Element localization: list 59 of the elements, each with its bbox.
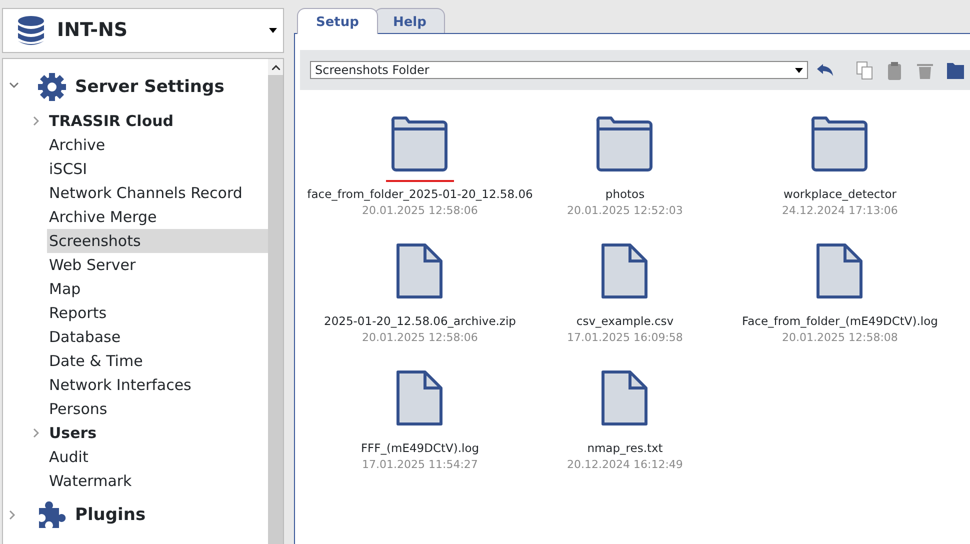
tree-item[interactable]: Date & Time [47,349,145,373]
file-date: 20.01.2025 12:58:08 [782,330,898,346]
file-name[interactable]: 2025-01-20_12.58.06_archive.zip [324,312,516,330]
tree-item[interactable]: Network Interfaces [47,373,194,397]
file-icon[interactable] [600,242,650,299]
file-date: 17.01.2025 11:54:27 [362,456,478,473]
folder-icon[interactable] [811,116,869,172]
tree-item[interactable]: Plugins [73,503,148,527]
tree-item[interactable]: Web Server [47,253,138,277]
scroll-up-icon [272,64,280,70]
tree-item[interactable]: Audit [47,445,90,469]
file-name[interactable]: nmap_res.txt [587,440,663,457]
file-name[interactable]: Face_from_folder_(mE49DCtV).log [742,312,938,330]
file-name[interactable]: csv_example.csv [576,312,674,330]
tree-item[interactable]: Network Channels Record [47,181,244,205]
file-icon[interactable] [600,370,650,426]
file-icon[interactable] [395,242,445,299]
expand-icon [33,116,39,126]
file-icon[interactable] [815,242,865,299]
file-name[interactable]: workplace_detector [783,186,897,204]
tree-item[interactable]: Reports [47,301,109,325]
tree-item[interactable]: Archive Merge [47,205,159,229]
file-date: 20.01.2025 12:58:06 [362,330,478,346]
tree-item[interactable]: Users [47,421,99,445]
file-date: 24.12.2024 17:13:06 [782,203,898,220]
file-name[interactable]: photos [605,186,645,204]
server-selector[interactable]: INT-NS [2,8,284,53]
gear-icon [37,72,67,102]
scrollbar[interactable] [268,59,283,544]
tree-item[interactable]: Watermark [47,469,134,493]
file-name[interactable]: FFF_(mE49DCtV).log [360,440,480,457]
expand-icon [33,428,39,438]
tree-item[interactable]: TRASSIR Cloud [47,109,176,133]
file-icon[interactable] [395,370,445,426]
folder-icon[interactable] [946,60,964,80]
folder-icon[interactable] [596,116,654,172]
tab[interactable]: Setup [297,8,378,34]
file-date: 20.01.2025 12:58:06 [362,203,478,220]
puzzle-icon [37,500,67,530]
tree-item[interactable]: Archive [47,133,108,157]
tree-item[interactable]: Server Settings [73,75,226,99]
folder-dropdown[interactable]: Screenshots Folder [310,61,808,79]
copy-icon[interactable] [856,60,874,80]
back-icon [816,63,834,77]
caret-icon [269,28,277,33]
tree-item[interactable]: Database [47,325,123,349]
file-date: 20.01.2025 12:52:03 [567,203,683,220]
tree-item[interactable]: Screenshots [47,229,268,253]
tree-item[interactable]: Persons [47,397,110,421]
clipboard-icon[interactable] [886,60,904,80]
tab[interactable]: Help [374,8,446,33]
database-icon [17,16,45,46]
file-date: 20.12.2024 16:12:49 [567,456,683,473]
caret-icon [795,68,803,72]
file-name[interactable]: face_from_folder_2025-01-20_12.58.06 [307,186,533,204]
file-date: 17.01.2025 16:09:58 [567,330,683,346]
folder-icon[interactable] [391,116,449,172]
tree-item[interactable]: iSCSI [47,157,90,181]
tree-item[interactable]: Map [47,277,83,301]
